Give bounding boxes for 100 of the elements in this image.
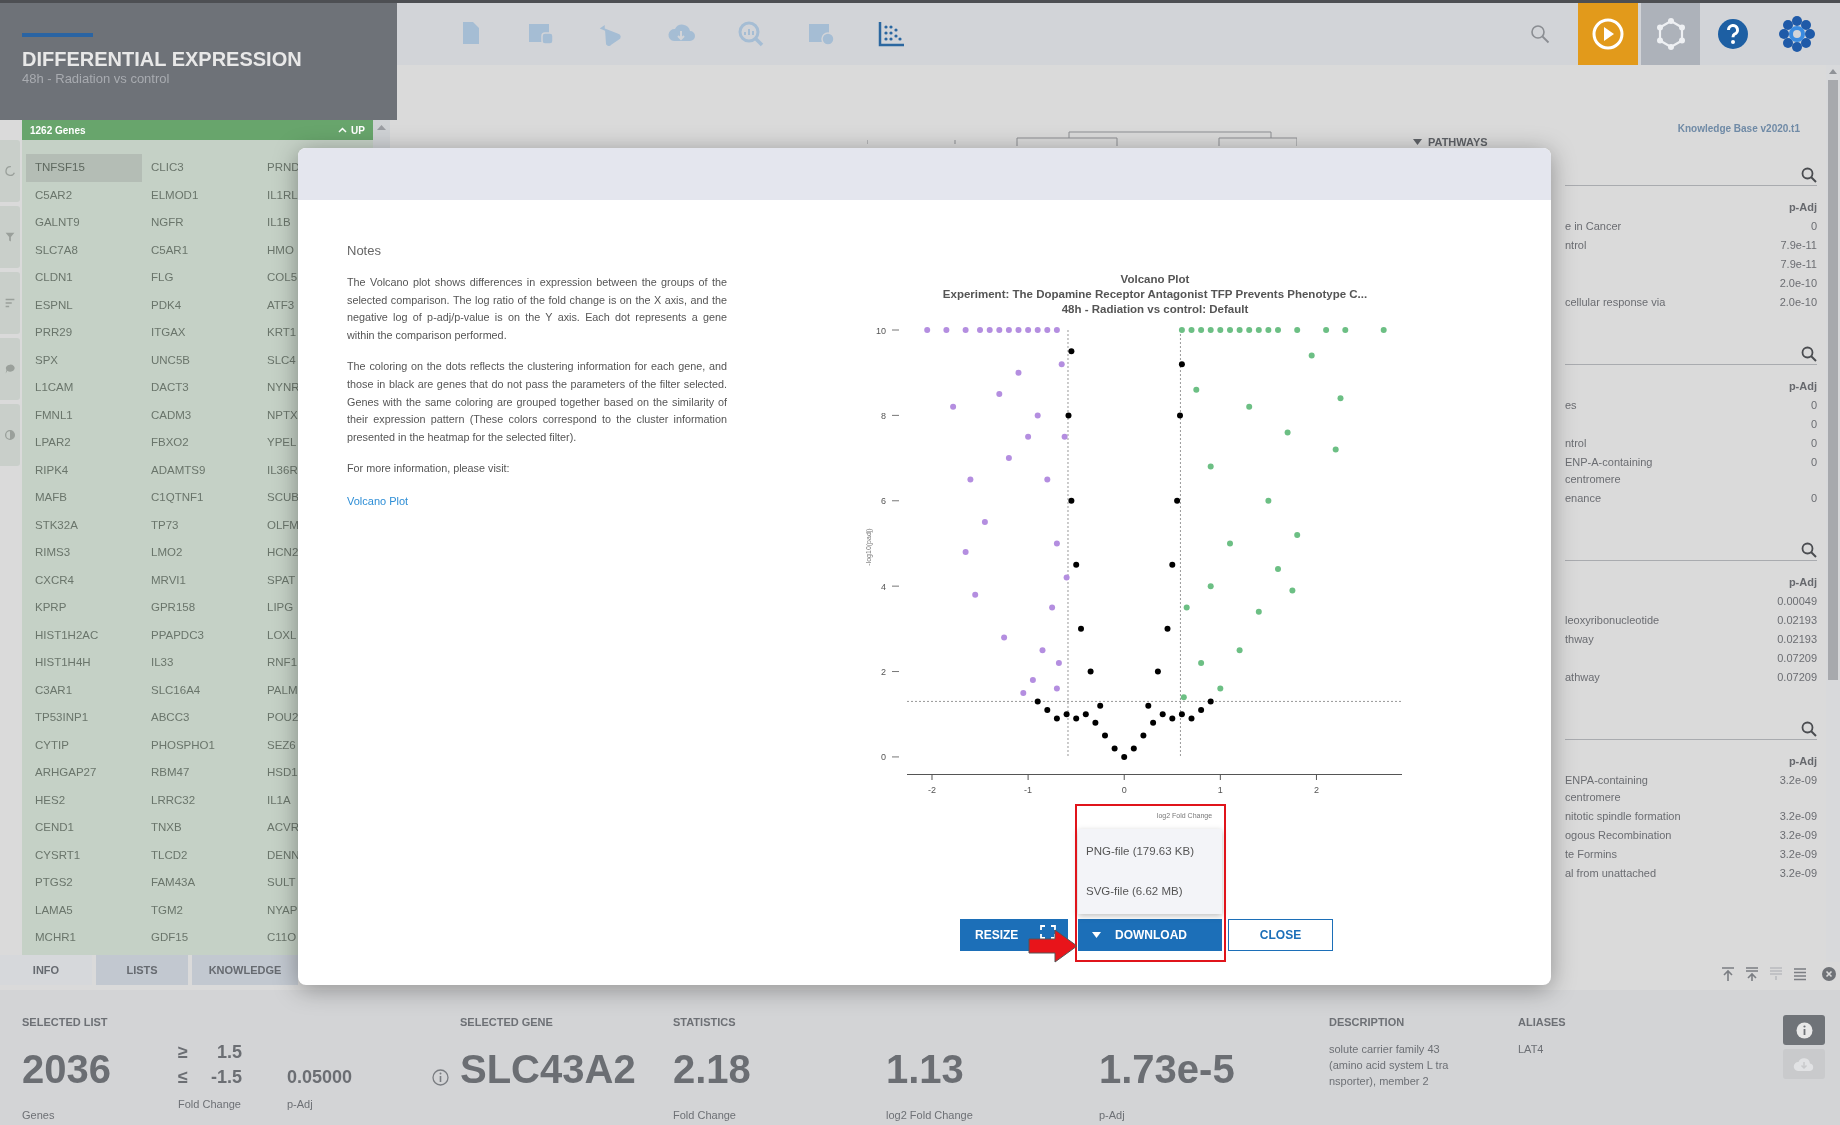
gene-item[interactable]: FLG [142,264,258,292]
gene-item[interactable]: L1CAM [26,374,142,402]
gene-item[interactable]: LPAR2 [26,429,142,457]
pathway-term[interactable]: cellular response via [1565,294,1666,311]
scatter-plot-icon[interactable] [876,19,906,49]
pathway-term[interactable]: ogous Recombination [1565,827,1672,844]
gene-item[interactable]: PTGS2 [26,869,142,897]
pathway-term[interactable]: thway [1565,631,1594,648]
gene-item[interactable]: LMO2 [142,539,258,567]
pathway-term[interactable]: e in Cancer [1565,218,1622,235]
search-icon[interactable] [1801,166,1817,183]
gene-item[interactable]: C5AR2 [26,181,142,209]
gene-item[interactable]: CYTIP [26,731,142,759]
gene-item[interactable]: KPRP [26,594,142,622]
gene-item[interactable]: TP53INP1 [26,704,142,732]
pathway-term[interactable]: te Formins [1565,846,1617,863]
scroll-up-icon[interactable] [377,124,386,130]
search-icon[interactable] [1801,345,1817,362]
scroll-top-icon[interactable] [1720,966,1736,982]
gene-item[interactable]: ELMOD1 [142,181,258,209]
gene-item[interactable]: RIPK4 [26,456,142,484]
scroll-up-icon[interactable] [1829,69,1837,74]
gene-item[interactable]: IL33 [142,649,258,677]
gene-item[interactable]: FAM43A [142,869,258,897]
filter-icon[interactable] [0,206,20,268]
gene-item[interactable]: CYSRT1 [26,841,142,869]
gene-item[interactable]: STK32A [26,511,142,539]
gene-item[interactable]: PHOSPHO1 [142,731,258,759]
gene-list-header[interactable]: 1262 Genes UP [22,120,373,140]
list-icon[interactable] [1792,966,1808,982]
gene-item[interactable]: MCHR1 [26,924,142,952]
panel-tab[interactable]: LISTS [96,955,188,985]
info-icon[interactable] [432,1069,449,1086]
gene-item[interactable]: TLCD2 [142,841,258,869]
gene-item[interactable]: PPAPDC3 [142,621,258,649]
gene-item[interactable]: CEND1 [26,814,142,842]
contrast-icon[interactable] [0,404,20,466]
refresh-icon[interactable] [0,140,20,202]
gene-item[interactable]: GPR158 [142,594,258,622]
gene-item[interactable]: HES2 [26,786,142,814]
pathway-term[interactable]: leoxyribonucleotide [1565,612,1660,629]
play-button[interactable] [1578,3,1638,65]
gene-item[interactable]: C1QTNF1 [142,484,258,512]
download-button[interactable]: DOWNLOAD [1078,919,1222,951]
gene-item[interactable]: SPX [26,346,142,374]
search-icon[interactable] [1801,720,1817,737]
gene-item[interactable]: HIST1H2AC [26,621,142,649]
gene-item[interactable]: SLC16A4 [142,676,258,704]
gene-item[interactable]: ESPNL [26,291,142,319]
gene-item[interactable]: GDF15 [142,924,258,952]
caret-down-icon[interactable] [1413,139,1422,145]
pathway-term[interactable]: ntrol [1565,237,1587,254]
search-icon[interactable] [1801,541,1817,558]
menu-item[interactable]: PNG-file (179.63 KB) [1078,842,1222,860]
pathway-term[interactable]: nitotic spindle formation [1565,808,1681,825]
pathway-term[interactable]: ntrol [1565,435,1587,452]
sort-icon[interactable] [0,272,20,334]
close-icon[interactable] [1822,967,1836,981]
pathways-label[interactable]: PATHWAYS [1428,136,1488,148]
help-icon[interactable] [1717,18,1749,50]
settings-button[interactable] [1641,3,1700,65]
volcano-plot-link[interactable]: Volcano Plot [347,491,409,510]
gene-item[interactable]: FMNL1 [26,401,142,429]
gene-item[interactable]: TP73 [142,511,258,539]
gene-item[interactable]: RIMS3 [26,539,142,567]
scroll-down-icon[interactable] [1768,966,1784,982]
gene-item[interactable]: MRVI1 [142,566,258,594]
pathway-term[interactable]: es [1565,397,1577,414]
gene-item[interactable]: SLC7A8 [26,236,142,264]
gene-item[interactable]: PDK4 [142,291,258,319]
gene-item[interactable]: CADM3 [142,401,258,429]
gene-item[interactable]: HIST1H4H [26,649,142,677]
panel-tab[interactable]: INFO [0,955,92,985]
gene-item[interactable]: MAFB [26,484,142,512]
gene-item[interactable]: TNFSF15 [26,154,142,182]
info-button[interactable] [1783,1015,1825,1045]
scrollbar-thumb[interactable] [1828,80,1838,680]
gene-item[interactable]: TGM2 [142,896,258,924]
gene-item[interactable]: CLDN1 [26,264,142,292]
gene-item[interactable]: UNC5B [142,346,258,374]
comment-icon[interactable] [0,338,20,400]
gene-item[interactable]: LRRC32 [142,786,258,814]
pathway-term[interactable]: enance [1565,490,1602,507]
gene-item[interactable]: ITGAX [142,319,258,347]
gene-item[interactable]: ARHGAP27 [26,759,142,787]
gene-item[interactable]: RBM47 [142,759,258,787]
pathway-term[interactable]: al from unattached [1565,865,1657,882]
magnifier-chart-icon[interactable] [736,19,766,49]
gene-item[interactable]: DACT3 [142,374,258,402]
pathway-term[interactable]: athway [1565,669,1600,686]
scroll-up-icon[interactable] [1744,966,1760,982]
menu-item[interactable]: SVG-file (6.62 MB) [1078,883,1222,901]
gene-item[interactable]: CLIC3 [142,154,258,182]
gene-item[interactable]: FBXO2 [142,429,258,457]
gene-item[interactable]: ADAMTS9 [142,456,258,484]
gene-item[interactable]: C5AR1 [142,236,258,264]
gene-item[interactable]: GALNT9 [26,209,142,237]
gene-item[interactable]: PRR29 [26,319,142,347]
gene-item[interactable]: ABCC3 [142,704,258,732]
logo-icon[interactable] [1779,16,1815,52]
